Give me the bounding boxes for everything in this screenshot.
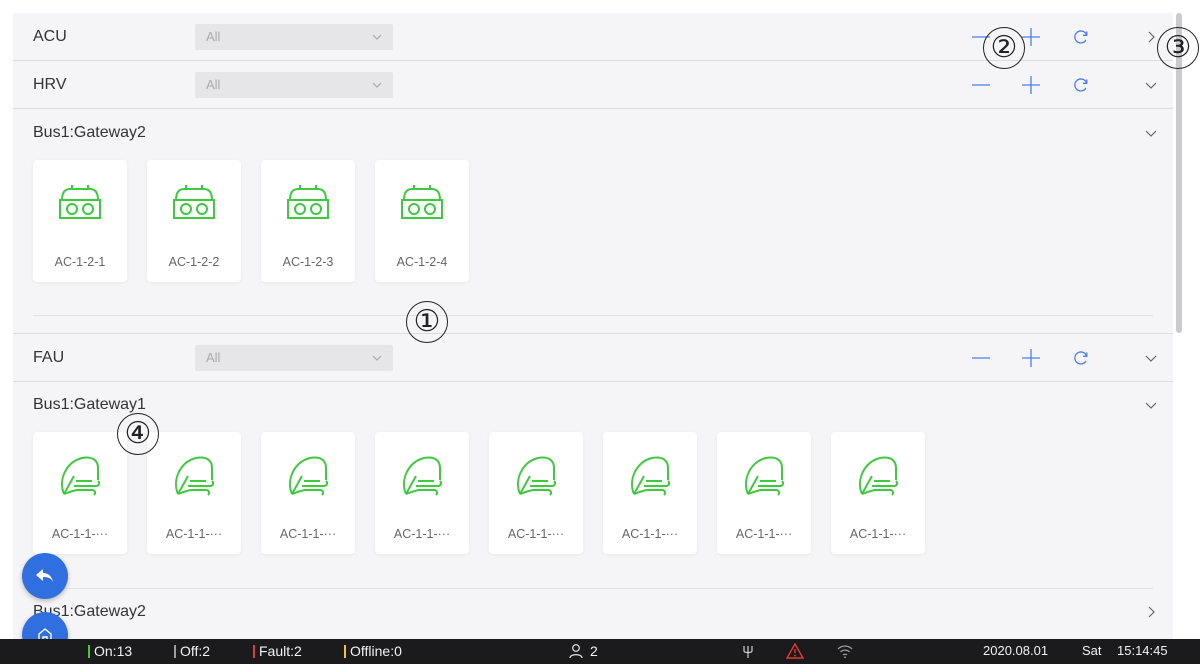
- device-card[interactable]: AC-1-1-···: [489, 432, 583, 554]
- group-title-acu: ACU: [33, 27, 67, 45]
- device-card[interactable]: AC-1-2-4: [375, 160, 469, 282]
- device-card[interactable]: AC-1-2-2: [147, 160, 241, 282]
- device-label: AC-1-1-···: [51, 527, 109, 541]
- device-label: AC-1-2-3: [282, 255, 334, 269]
- fau-filter-select[interactable]: All: [195, 344, 393, 371]
- device-label: AC-1-1-···: [621, 527, 679, 541]
- leaf-fan-icon: [61, 456, 101, 496]
- warning-icon: [786, 643, 804, 659]
- gateway-header-hrv-bus1-gateway2[interactable]: Bus1:Gateway2: [13, 110, 1173, 156]
- user-count: 2: [590, 643, 598, 659]
- device-card[interactable]: AC-1-1-···: [717, 432, 811, 554]
- minus-icon[interactable]: [971, 348, 991, 368]
- leaf-fan-icon: [289, 456, 329, 496]
- chevron-down-icon[interactable]: [1143, 125, 1159, 141]
- leaf-fan-icon: [631, 456, 671, 496]
- device-label: AC-1-2-2: [168, 255, 220, 269]
- leaf-fan-icon: [859, 456, 899, 496]
- plus-icon[interactable]: [1021, 75, 1041, 95]
- refresh-icon[interactable]: [1071, 75, 1091, 95]
- group-title-fau: FAU: [33, 348, 65, 366]
- refresh-icon[interactable]: [1071, 348, 1091, 368]
- status-fault: Fault:2: [253, 643, 302, 659]
- chevron-down-icon: [372, 355, 382, 361]
- back-arrow-icon: [36, 569, 53, 582]
- hrv-unit-icon: [59, 185, 101, 219]
- hrv-controls: [961, 61, 1141, 109]
- top-margin: [0, 0, 1200, 13]
- leaf-fan-icon: [175, 456, 215, 496]
- device-label: AC-1-1-···: [507, 527, 565, 541]
- gateway-header-fau-bus1-gateway1[interactable]: Bus1:Gateway1: [13, 382, 1173, 428]
- plus-icon[interactable]: [1021, 348, 1041, 368]
- device-panel: ACU All HRV All Bus1:Gateway2 AC-1-2-1 AC…: [13, 13, 1173, 639]
- device-label: AC-1-1-···: [735, 527, 793, 541]
- status-offline-indicator: [344, 644, 346, 658]
- minus-icon[interactable]: [971, 75, 991, 95]
- status-date: 2020.08.01: [983, 643, 1049, 658]
- device-label: AC-1-1-···: [165, 527, 223, 541]
- status-offline-text: Offline:0: [350, 643, 402, 659]
- annotation-marker-3: ③: [1157, 27, 1199, 69]
- device-card[interactable]: AC-1-1-···: [33, 432, 127, 554]
- status-offline: Offline:0: [344, 643, 402, 659]
- refresh-icon[interactable]: [1071, 27, 1091, 47]
- chevron-down-icon: [372, 34, 382, 40]
- gateway-header-fau-bus1-gateway2[interactable]: Bus1:Gateway2: [13, 589, 1173, 635]
- chevron-down-icon[interactable]: [1143, 350, 1159, 366]
- hrv-unit-icon: [401, 185, 443, 219]
- leaf-fan-icon: [745, 456, 785, 496]
- chevron-down-icon[interactable]: [1143, 397, 1159, 413]
- wifi-icon: [837, 645, 853, 659]
- annotation-marker-1: ①: [406, 301, 448, 343]
- status-fault-text: Fault:2: [259, 643, 302, 659]
- device-label: AC-1-1-···: [849, 527, 907, 541]
- leaf-fan-icon: [403, 456, 443, 496]
- device-card[interactable]: AC-1-1-···: [375, 432, 469, 554]
- status-time: 15:14:45: [1117, 643, 1168, 658]
- fau-filter-value: All: [206, 350, 221, 365]
- chevron-down-icon: [372, 82, 382, 88]
- hrv-filter-value: All: [206, 77, 221, 92]
- group-header-fau[interactable]: FAU All: [13, 334, 1173, 382]
- status-off-indicator: [174, 644, 176, 658]
- device-label: AC-1-2-1: [54, 255, 106, 269]
- acu-filter-select[interactable]: All: [195, 23, 393, 50]
- plug-icon: [743, 646, 753, 658]
- back-button[interactable]: [22, 553, 68, 599]
- device-card[interactable]: AC-1-1-···: [261, 432, 355, 554]
- group-title-hrv: HRV: [33, 75, 67, 93]
- status-bar: On:13 Off:2 Fault:2 Offline:0 2 2020.08.…: [0, 639, 1200, 664]
- device-card[interactable]: AC-1-2-3: [261, 160, 355, 282]
- gateway-title: Bus1:Gateway2: [33, 124, 146, 141]
- hrv-unit-icon: [173, 185, 215, 219]
- annotation-marker-4: ④: [117, 413, 159, 455]
- divider: [33, 315, 1153, 316]
- leaf-fan-icon: [517, 456, 557, 496]
- status-on-indicator: [88, 644, 90, 658]
- hrv-unit-icon: [287, 185, 329, 219]
- fau-controls: [961, 334, 1141, 382]
- user-icon: [569, 644, 583, 659]
- chevron-down-icon[interactable]: [1143, 77, 1159, 93]
- status-on-text: On:13: [94, 643, 133, 659]
- device-card[interactable]: AC-1-2-1: [33, 160, 127, 282]
- device-card[interactable]: AC-1-1-···: [147, 432, 241, 554]
- status-on: On:13: [88, 643, 132, 659]
- device-card[interactable]: AC-1-1-···: [831, 432, 925, 554]
- acu-filter-value: All: [206, 29, 221, 44]
- device-card[interactable]: AC-1-1-···: [603, 432, 697, 554]
- device-label: AC-1-2-4: [396, 255, 448, 269]
- chevron-right-icon[interactable]: [1143, 604, 1159, 620]
- device-label: AC-1-1-···: [393, 527, 451, 541]
- annotation-marker-2: ②: [983, 27, 1025, 69]
- gateway-title: Bus1:Gateway1: [33, 396, 146, 413]
- status-weekday: Sat: [1082, 643, 1102, 658]
- status-fault-indicator: [253, 644, 255, 658]
- device-label: AC-1-1-···: [279, 527, 337, 541]
- status-off: Off:2: [174, 643, 210, 659]
- status-off-text: Off:2: [180, 643, 211, 659]
- hrv-filter-select[interactable]: All: [195, 71, 393, 98]
